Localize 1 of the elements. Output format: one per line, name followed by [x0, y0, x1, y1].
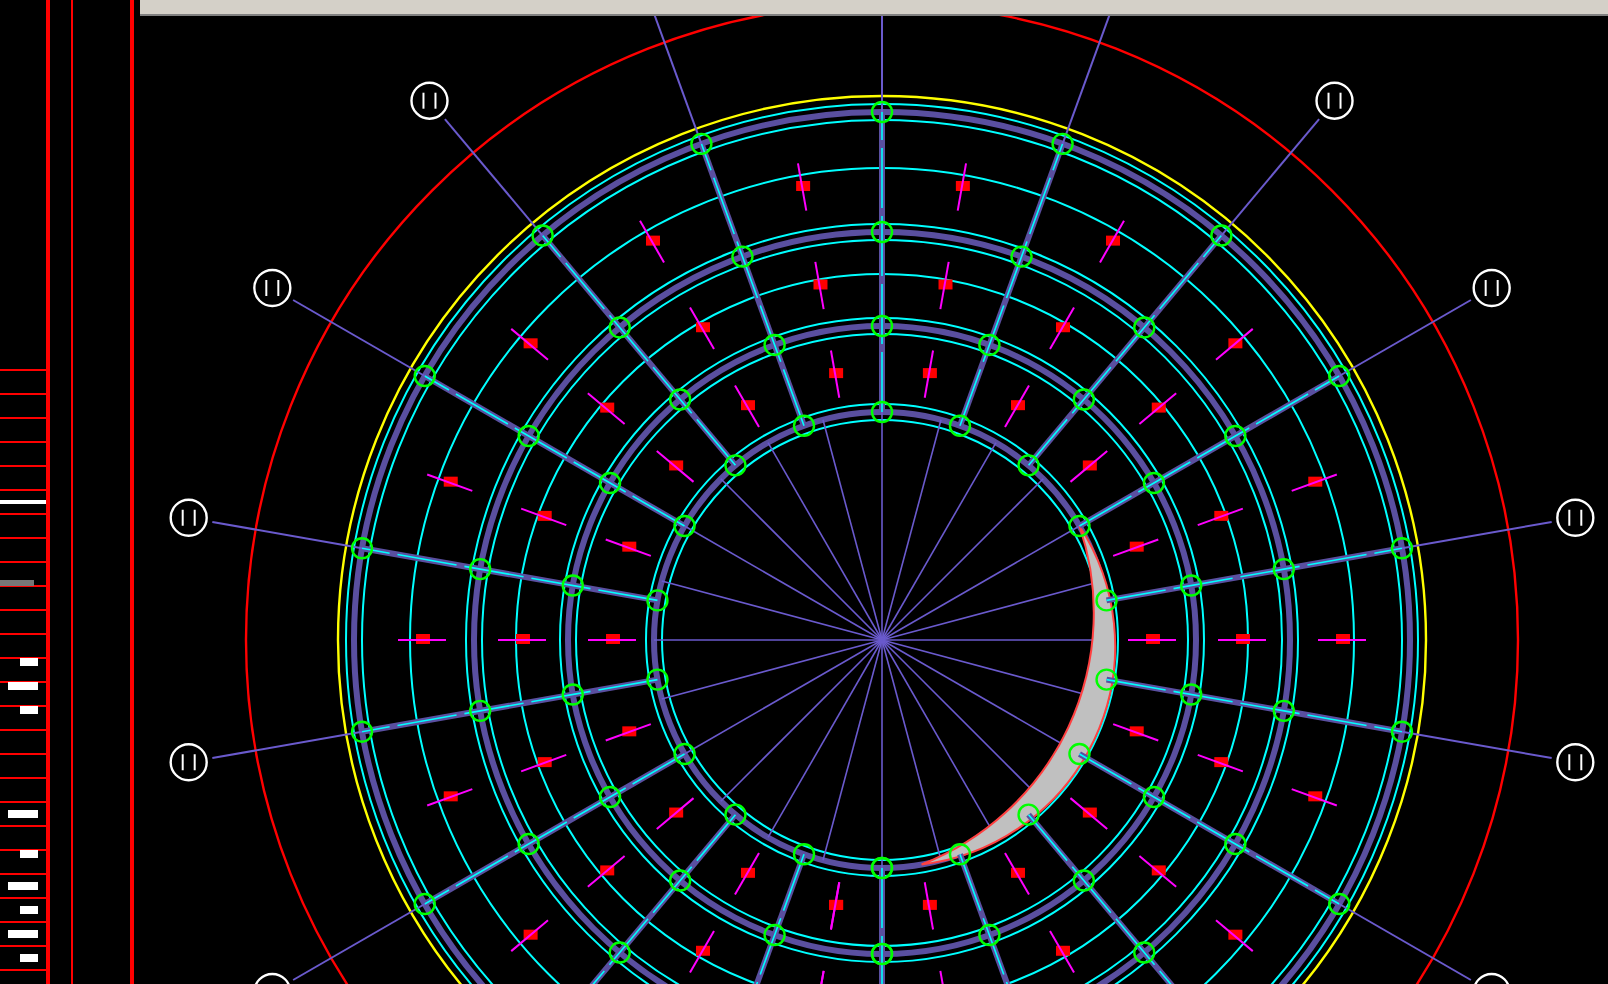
top-scrollbar[interactable] — [140, 0, 1608, 16]
